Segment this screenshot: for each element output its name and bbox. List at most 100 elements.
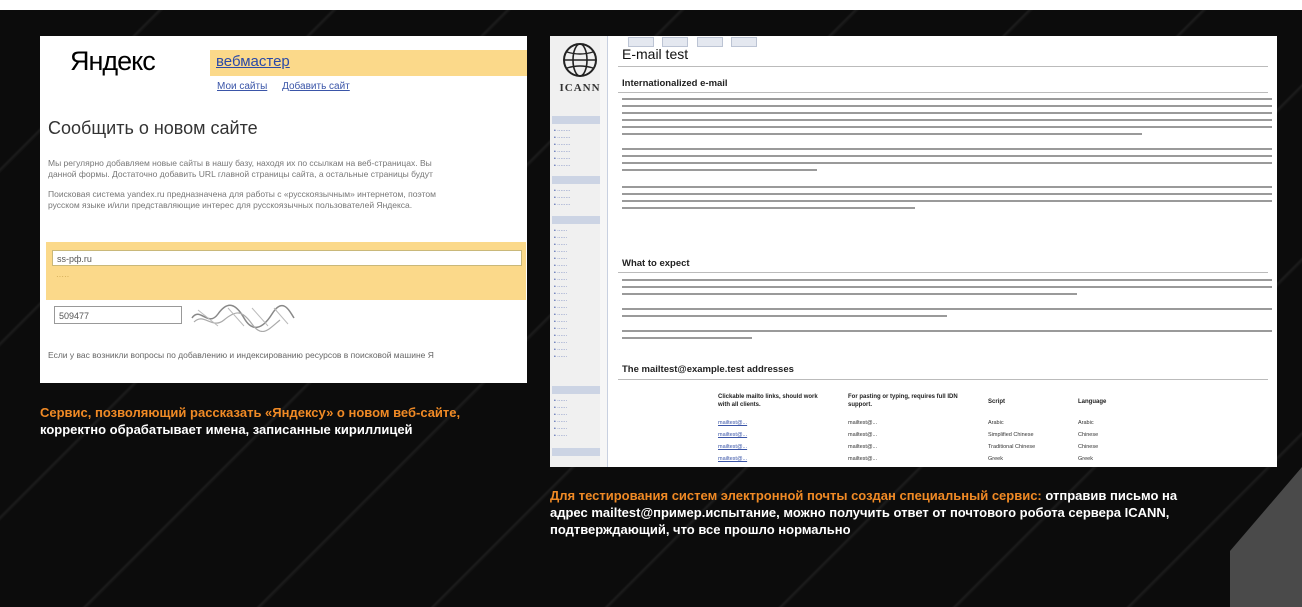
sidebar-link[interactable]: • ······ xyxy=(554,333,567,339)
sidebar-link[interactable]: • ······ xyxy=(554,398,567,404)
page-tabs xyxy=(628,36,761,47)
sidebar-link[interactable]: • ······ xyxy=(554,433,567,439)
yandex-logo[interactable]: Яндекс xyxy=(70,46,156,77)
sidebar-link[interactable]: • ········ xyxy=(554,135,570,141)
table-header: Language xyxy=(1078,399,1107,405)
sidebar: ICANN • ········ • ········ • ········ •… xyxy=(550,36,600,467)
sidebar-section-additional xyxy=(552,386,600,394)
table-cell: Simplified Chinese xyxy=(988,432,1034,438)
sidebar-link[interactable]: • ······ xyxy=(554,228,567,234)
sidebar-link[interactable]: • ······ xyxy=(554,326,567,332)
sidebar-link[interactable]: • ······ xyxy=(554,305,567,311)
sidebar-link[interactable]: • ······ xyxy=(554,291,567,297)
sidebar-link[interactable]: • ········ xyxy=(554,156,570,162)
mailto-link[interactable]: mailtest@... xyxy=(718,420,747,426)
sidebar-link[interactable]: • ······ xyxy=(554,354,567,360)
caption-yandex: Сервис, позволяющий рассказать «Яндексу»… xyxy=(40,404,480,438)
sidebar-link[interactable]: • ······ xyxy=(554,412,567,418)
url-form: ss-pф.ru ····· xyxy=(46,242,526,300)
table-header: Clickable mailto links, should work with… xyxy=(718,394,818,408)
sidebar-link[interactable]: • ······ xyxy=(554,263,567,269)
sidebar-section-navigation xyxy=(552,116,600,124)
tab-notes[interactable] xyxy=(731,37,758,47)
mailto-link[interactable]: mailtest@... xyxy=(718,432,747,438)
url-hint: ····· xyxy=(56,272,70,281)
sidebar-link[interactable]: • ······ xyxy=(554,312,567,318)
sidebar-link[interactable]: • ······ xyxy=(554,270,567,276)
sidebar-section-search xyxy=(552,448,600,456)
sidebar-link[interactable]: • ······ xyxy=(554,249,567,255)
section-text-lines xyxy=(622,330,1272,344)
mailto-link[interactable]: mailtest@... xyxy=(718,456,747,462)
yandex-webmaster-screenshot: Яндекс вебмастер Мои сайты Добавить сайт… xyxy=(40,36,527,383)
icann-email-test-screenshot: ICANN • ········ • ········ • ········ •… xyxy=(550,36,1277,467)
section-heading-expect: What to expect xyxy=(622,258,690,269)
caption-yandex-accent: Сервис, позволяющий рассказать «Яндексу»… xyxy=(40,405,461,420)
sidebar-section-interaction xyxy=(552,176,600,184)
table-cell: Traditional Chinese xyxy=(988,444,1036,450)
table-header: For pasting or typing, requires full IDN… xyxy=(848,394,958,408)
sidebar-link[interactable]: • ········ xyxy=(554,202,570,208)
section-rule xyxy=(618,272,1268,273)
sidebar-link[interactable]: • ········ xyxy=(554,163,570,169)
nav-links: Мои сайты Добавить сайт xyxy=(217,81,362,92)
section-heading-addresses: The mailtest@example.test addresses xyxy=(622,364,794,375)
paragraph-1b: данной формы. Достаточно добавить URL гл… xyxy=(48,169,433,179)
footer-text: Если у вас возникли вопросы по добавлени… xyxy=(48,350,434,360)
captcha-input[interactable]: 509477 xyxy=(54,306,182,324)
table-cell: Greek xyxy=(1078,456,1093,462)
sidebar-link[interactable]: • ······ xyxy=(554,347,567,353)
tab-history[interactable] xyxy=(696,37,723,47)
sidebar-link[interactable]: • ······ xyxy=(554,419,567,425)
page-title: E-mail test xyxy=(622,46,689,62)
paragraph-2b: русском языке и/или представляющие интер… xyxy=(48,200,413,210)
sidebar-link[interactable]: • ········ xyxy=(554,142,570,148)
sidebar-link[interactable]: • ······ xyxy=(554,426,567,432)
title-rule xyxy=(618,66,1268,67)
sidebar-link[interactable]: • ········ xyxy=(554,188,570,194)
sidebar-link[interactable]: • ········ xyxy=(554,128,570,134)
section-rule xyxy=(618,92,1268,93)
sidebar-link[interactable]: • ······ xyxy=(554,298,567,304)
sidebar-link[interactable]: • ········ xyxy=(554,149,570,155)
globe-icon[interactable] xyxy=(562,42,598,78)
sidebar-link[interactable]: • ······ xyxy=(554,277,567,283)
sidebar-link[interactable]: • ······ xyxy=(554,284,567,290)
caption-icann-accent: Для тестирования систем электронной почт… xyxy=(550,488,1042,503)
table-cell: mailtest@... xyxy=(848,432,878,438)
caption-yandex-text: корректно обрабатывает имена, записанные… xyxy=(40,422,413,437)
sidebar-section-languages xyxy=(552,216,600,224)
content-area: E-mail test Internationalized e-mail Wha… xyxy=(607,36,1277,467)
table-header: Script xyxy=(988,399,1006,405)
top-border xyxy=(0,0,1302,10)
paragraph-1a: Мы регулярно добавляем новые сайты в наш… xyxy=(48,158,432,168)
sidebar-link[interactable]: • ······ xyxy=(554,256,567,262)
table-cell: mailtest@... xyxy=(848,444,878,450)
service-link-webmaster[interactable]: вебмастер xyxy=(216,53,290,70)
sidebar-link[interactable]: • ······ xyxy=(554,340,567,346)
sidebar-link[interactable]: • ······ xyxy=(554,242,567,248)
section-rule xyxy=(618,379,1268,380)
link-add-site[interactable]: Добавить сайт xyxy=(282,81,350,92)
paragraph-2a: Поисковая система yandex.ru предназначен… xyxy=(48,189,436,199)
section-text-lines xyxy=(622,148,1272,176)
url-input[interactable]: ss-pф.ru xyxy=(52,250,522,266)
table-cell: Arabic xyxy=(988,420,1004,426)
service-bar: вебмастер xyxy=(210,50,527,76)
sidebar-link[interactable]: • ······ xyxy=(554,235,567,241)
captcha-image xyxy=(191,304,295,332)
table-cell: Greek xyxy=(988,456,1003,462)
link-my-sites[interactable]: Мои сайты xyxy=(217,81,267,92)
section-text-lines xyxy=(622,98,1272,140)
sidebar-link[interactable]: • ······ xyxy=(554,319,567,325)
section-heading-idn: Internationalized e-mail xyxy=(622,78,728,89)
sidebar-link[interactable]: • ········ xyxy=(554,195,570,201)
sidebar-link[interactable]: • ······ xyxy=(554,405,567,411)
page-title: Сообщить о новом сайте xyxy=(48,118,258,138)
section-text-lines xyxy=(622,279,1272,300)
table-cell: Chinese xyxy=(1078,432,1099,438)
mailto-link[interactable]: mailtest@... xyxy=(718,444,747,450)
table-cell: mailtest@... xyxy=(848,456,878,462)
section-text-lines xyxy=(622,186,1272,214)
icann-logo-text: ICANN xyxy=(559,82,601,94)
